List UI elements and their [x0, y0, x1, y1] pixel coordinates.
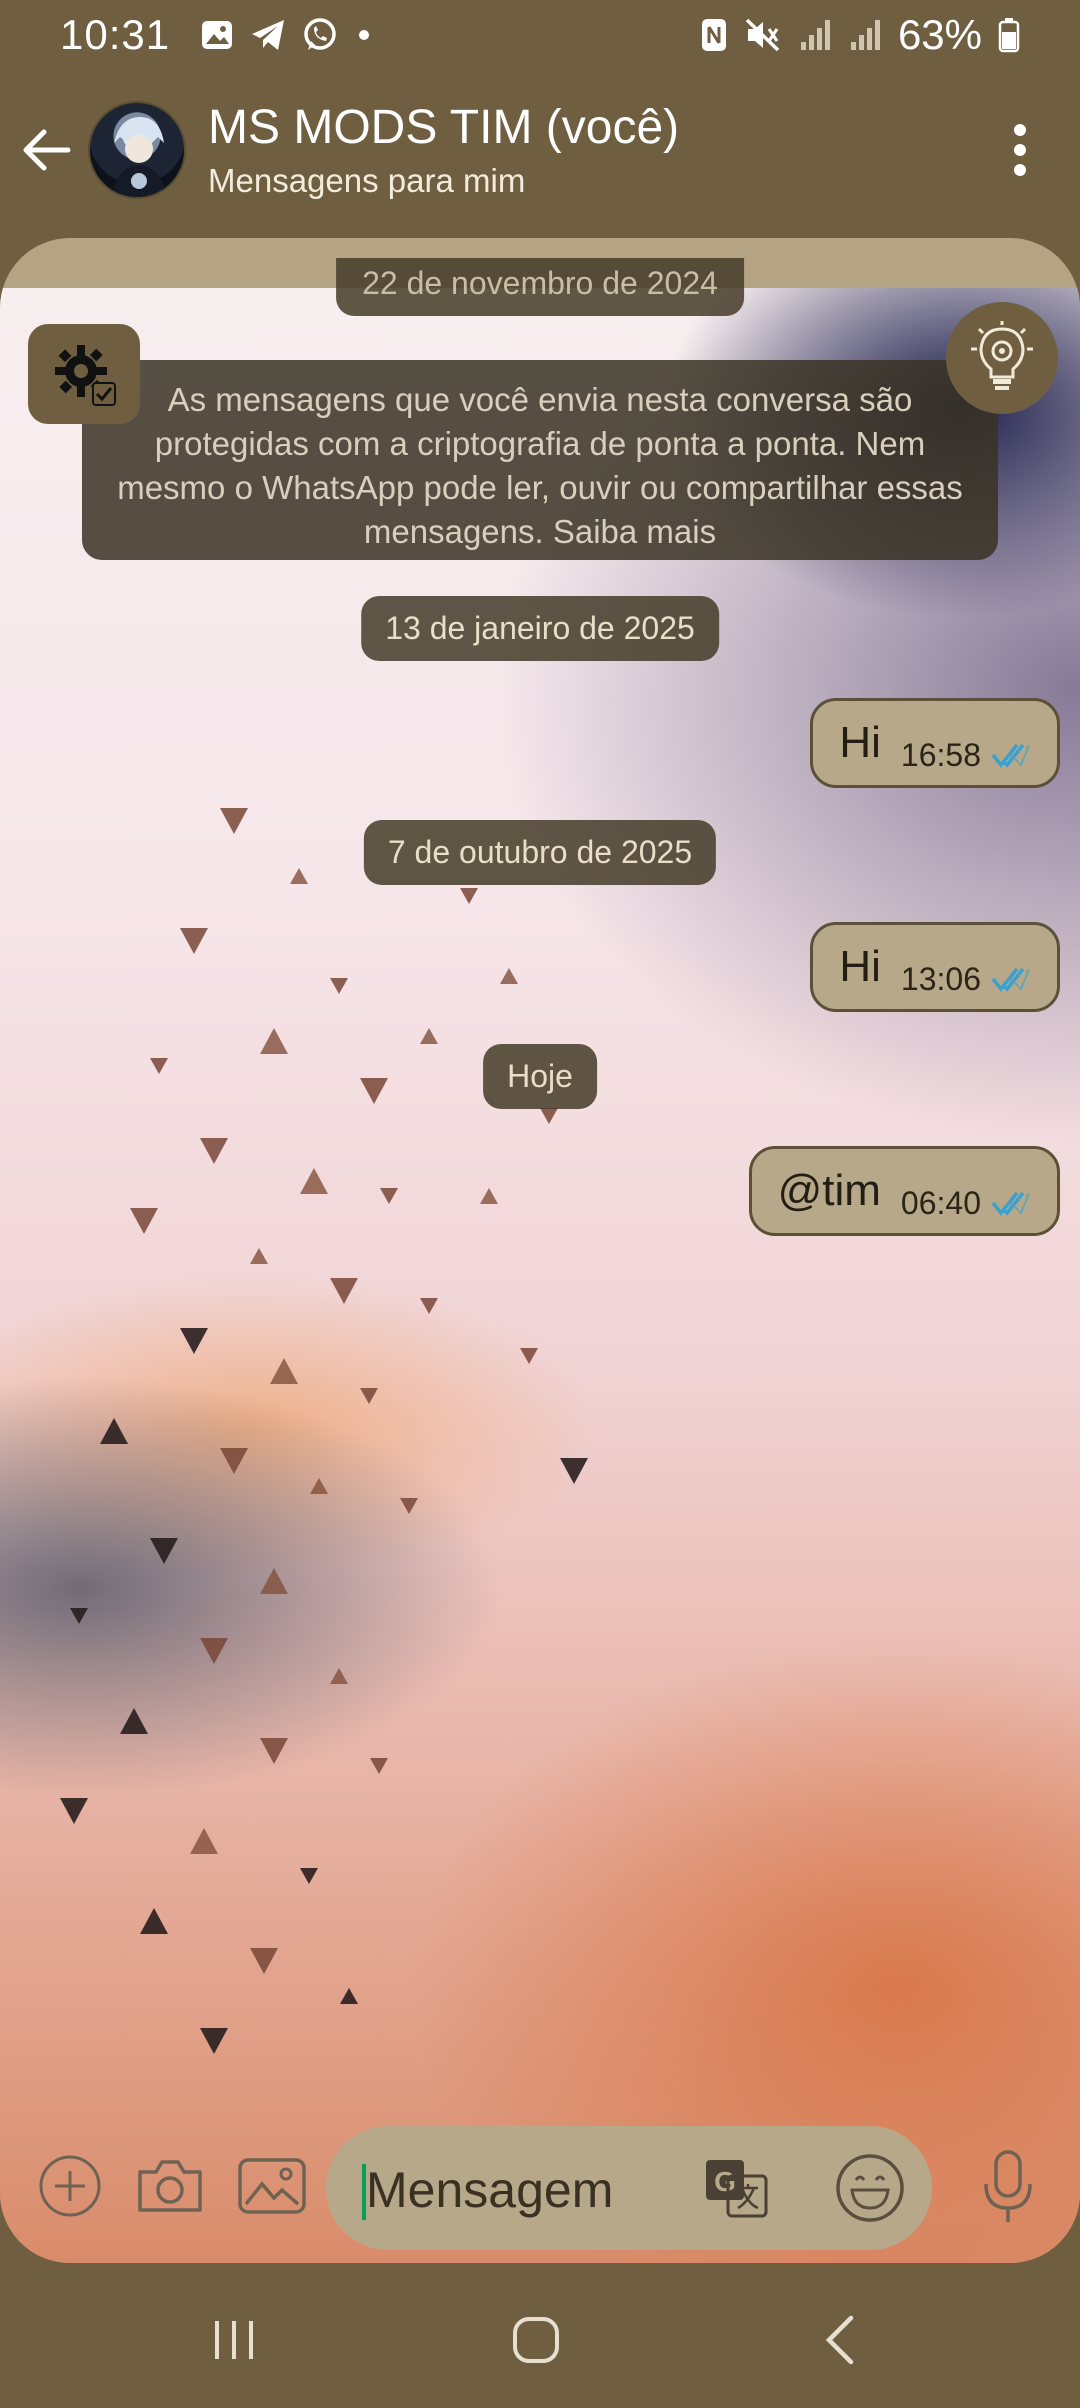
date-chip: 22 de novembro de 2024 — [336, 258, 744, 316]
status-bar: 10:31 63% — [0, 0, 1080, 70]
contact-status: Mensagens para mim — [208, 161, 526, 199]
translate-button[interactable]: G — [696, 2148, 776, 2228]
date-chip: Hoje — [483, 1044, 597, 1109]
message-text: Hi — [839, 718, 881, 767]
gear-check-icon — [55, 345, 116, 406]
contact-name: MS MODS TIM (você) — [208, 101, 680, 155]
plus-circle-icon — [39, 2155, 101, 2217]
avatar[interactable] — [88, 101, 186, 199]
avatar-image-icon — [112, 117, 166, 197]
mute-icon — [744, 17, 782, 53]
message-time: 13:06 — [900, 960, 981, 997]
message-input[interactable] — [366, 2150, 686, 2230]
more-vertical-icon — [1014, 124, 1026, 176]
whatsapp-icon — [302, 17, 338, 53]
home-icon — [513, 2317, 559, 2363]
voice-message-button[interactable] — [968, 2146, 1048, 2226]
emoji-button[interactable] — [830, 2148, 910, 2228]
recent-apps-button[interactable] — [184, 2300, 284, 2380]
dot-icon — [354, 25, 374, 45]
status-time: 10:31 — [60, 11, 171, 58]
nav-back-button[interactable] — [790, 2300, 890, 2380]
recent-apps-icon — [215, 2321, 253, 2359]
signal-icon — [798, 18, 832, 52]
tips-button[interactable] — [946, 302, 1058, 414]
header-text[interactable]: MS MODS TIM (você) Mensagens para mim — [208, 100, 679, 199]
chevron-left-icon — [825, 2315, 854, 2365]
message-bubble[interactable]: @tim 06:40 — [748, 1146, 1060, 1236]
attach-plus-button[interactable] — [30, 2146, 110, 2226]
message-text: @tim — [777, 1166, 881, 1215]
gallery-button[interactable] — [232, 2146, 312, 2226]
chat-header: MS MODS TIM (você) Mensagens para mim — [0, 80, 1080, 220]
back-arrow-icon — [23, 129, 71, 171]
message-bubble[interactable]: Hi 13:06 — [810, 922, 1060, 1012]
camera-icon — [138, 2160, 202, 2212]
svg-text:G: G — [714, 2166, 736, 2197]
gallery-icon — [200, 18, 234, 52]
signal-icon — [848, 18, 882, 52]
lightbulb-gear-icon — [971, 321, 1033, 390]
back-button[interactable] — [12, 115, 82, 185]
composer-bar: G — [0, 2118, 1080, 2263]
message-text: Hi — [839, 942, 881, 991]
message-field: G — [326, 2126, 932, 2250]
image-icon — [238, 2158, 306, 2214]
chat-panel: 22 de novembro de 2024 As mensagens que … — [0, 238, 1080, 2263]
encryption-notice-text: As mensagens que você envia nesta conver… — [117, 381, 963, 550]
home-button[interactable] — [486, 2300, 586, 2380]
date-chip: 7 de outubro de 2025 — [363, 820, 717, 885]
double-check-read-icon — [991, 1189, 1031, 1217]
date-chip: 13 de janeiro de 2025 — [361, 596, 719, 661]
double-check-read-icon — [991, 965, 1031, 993]
translate-icon: G — [706, 2160, 768, 2218]
chat-settings-button[interactable] — [28, 324, 140, 424]
emoji-icon — [836, 2154, 904, 2222]
chat-wallpaper — [0, 288, 1080, 2263]
system-nav-bar — [0, 2270, 1080, 2408]
battery-icon — [998, 17, 1020, 53]
telegram-icon — [250, 18, 286, 52]
more-options-button[interactable] — [980, 110, 1060, 190]
battery-percent: 63% — [897, 11, 982, 58]
microphone-icon — [984, 2150, 1032, 2222]
camera-button[interactable] — [130, 2146, 210, 2226]
double-check-read-icon — [991, 741, 1031, 769]
nfc-icon — [700, 17, 728, 53]
encryption-notice[interactable]: As mensagens que você envia nesta conver… — [82, 360, 998, 560]
message-time: 16:58 — [900, 736, 981, 773]
message-bubble[interactable]: Hi 16:58 — [810, 698, 1060, 788]
message-time: 06:40 — [900, 1184, 981, 1221]
